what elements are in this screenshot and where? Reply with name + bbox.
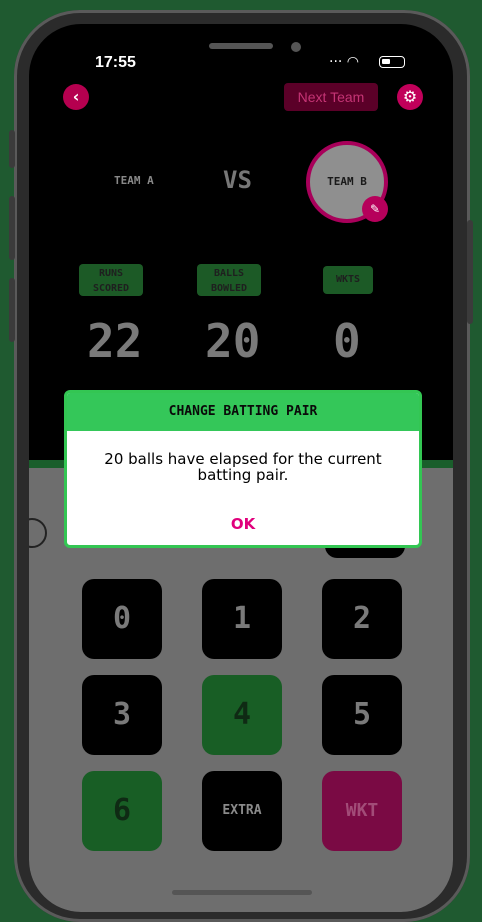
key-extra[interactable]: EXTRA	[202, 771, 282, 851]
balls-bowled-badge: BALLS BOWLED	[197, 264, 261, 296]
speaker-notch	[209, 43, 273, 49]
key-6[interactable]: 6	[82, 771, 162, 851]
wickets-value: 0	[333, 314, 361, 368]
phone-volume-down	[9, 278, 15, 342]
gear-icon[interactable]: ⚙	[397, 84, 423, 110]
key-1[interactable]: 1	[202, 579, 282, 659]
key-5[interactable]: 5	[322, 675, 402, 755]
balls-value: 20	[205, 314, 261, 368]
key-0[interactable]: 0	[82, 579, 162, 659]
team-b-label: TEAM B	[327, 175, 367, 188]
dialog-title: CHANGE BATTING PAIR	[67, 393, 419, 431]
phone-side-button	[9, 130, 15, 168]
team-a-label[interactable]: TEAM A	[114, 174, 154, 187]
home-indicator[interactable]	[172, 890, 312, 895]
key-wicket[interactable]: WKT	[322, 771, 402, 851]
dialog-message: 20 balls have elapsed for the current ba…	[104, 450, 382, 484]
key-3[interactable]: 3	[82, 675, 162, 755]
phone-power-button	[467, 220, 473, 324]
runs-value: 22	[87, 314, 143, 368]
status-time: 17:55	[95, 54, 136, 71]
next-team-button[interactable]: Next Team	[284, 83, 378, 111]
vs-label: VS	[223, 166, 252, 194]
app-screen: 17:55 ··· ◠ ‹ Next Team ⚙ TEAM A VS TEAM…	[29, 24, 453, 912]
battery-icon	[379, 56, 405, 68]
camera-dot	[291, 42, 301, 52]
runs-scored-badge: RUNS SCORED	[79, 264, 143, 296]
change-batting-pair-dialog: CHANGE BATTING PAIR 20 balls have elapse…	[64, 390, 422, 548]
back-button[interactable]: ‹	[63, 84, 89, 110]
phone-volume-up	[9, 196, 15, 260]
ok-button[interactable]: OK	[67, 515, 419, 533]
key-2[interactable]: 2	[322, 579, 402, 659]
wickets-badge: WKTS	[323, 266, 373, 294]
signal-wifi-icon: ··· ◠	[329, 54, 360, 70]
key-4[interactable]: 4	[202, 675, 282, 755]
edit-pencil-icon[interactable]: ✎	[362, 196, 388, 222]
